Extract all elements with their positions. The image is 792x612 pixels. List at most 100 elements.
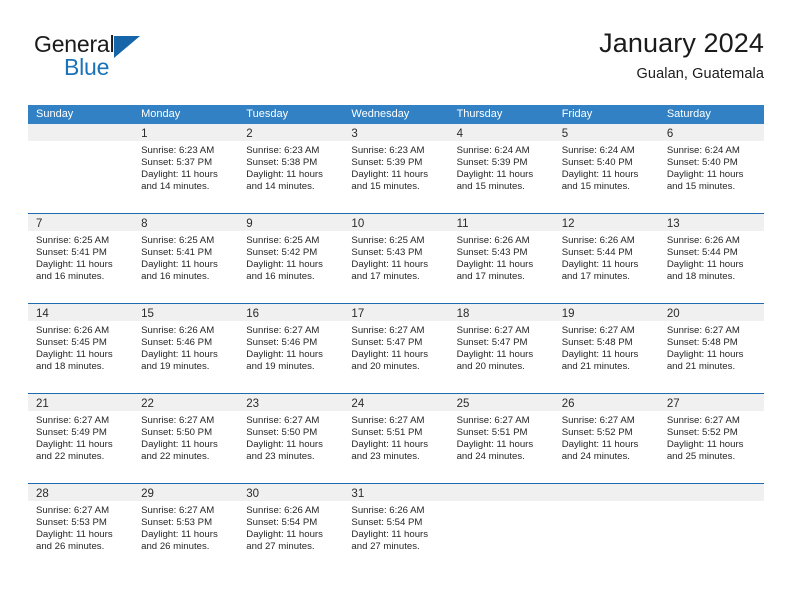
day-detail-line: Sunrise: 6:27 AM (666, 325, 740, 336)
generalblue-logo[interactable]: General Blue (34, 32, 164, 88)
day-detail-line: Daylight: 11 hours (456, 439, 534, 451)
day-detail-line: and 21 minutes. (561, 361, 630, 373)
day-detail-line: and 20 minutes. (351, 361, 420, 373)
day-cell-19[interactable]: 19 Sunrise: 6:27 AM Sunset: 5:48 PM Dayligh… (553, 304, 659, 393)
day-cell-24[interactable]: 24 Sunrise: 6:27 AM Sunset: 5:51 PM Dayligh… (343, 394, 449, 483)
day-cell-5[interactable]: 5 Sunrise: 6:24 AM Sunset: 5:40 PM Daylight… (553, 124, 659, 213)
day-detail-line: Sunset: 5:43 PM (456, 247, 528, 259)
day-detail-line: and 26 minutes. (36, 541, 105, 553)
day-detail-line: Daylight: 11 hours (351, 439, 429, 451)
day-number-band: 29 (133, 484, 239, 501)
day-cell-11[interactable]: 11 Sunrise: 6:26 AM Sunset: 5:43 PM Dayligh… (448, 214, 554, 303)
month-calendar: Sunday Monday Tuesday Wednesday Thursday Frid… (28, 105, 764, 573)
day-number-band: 6 (658, 124, 764, 141)
day-detail-line: Sunrise: 6:27 AM (666, 415, 740, 426)
day-cell-16[interactable]: 16 Sunrise: 6:27 AM Sunset: 5:46 PM Dayligh… (238, 304, 344, 393)
day-detail-line: Daylight: 11 hours (666, 439, 744, 451)
day-number-band: 22 (133, 394, 239, 411)
day-cell-empty (553, 484, 659, 573)
day-cell-27[interactable]: 27 Sunrise: 6:27 AM Sunset: 5:52 PM Dayligh… (658, 394, 764, 483)
day-detail-line: Sunrise: 6:27 AM (36, 415, 110, 426)
day-cell-30[interactable]: 30 Sunrise: 6:26 AM Sunset: 5:54 PM Dayligh… (238, 484, 344, 573)
day-cell-15[interactable]: 15 Sunrise: 6:26 AM Sunset: 5:46 PM Dayligh… (133, 304, 239, 393)
day-cell-22[interactable]: 22 Sunrise: 6:27 AM Sunset: 5:50 PM Dayligh… (133, 394, 239, 483)
weekday-header-wednesday: Wednesday (351, 108, 410, 120)
day-cell-6[interactable]: 6 Sunrise: 6:24 AM Sunset: 5:40 PM Daylight… (658, 124, 764, 213)
day-detail-line: Sunset: 5:50 PM (246, 427, 318, 439)
day-number: 17 (351, 308, 365, 320)
day-cell-29[interactable]: 29 Sunrise: 6:27 AM Sunset: 5:53 PM Dayligh… (133, 484, 239, 573)
day-detail-line: and 26 minutes. (141, 541, 210, 553)
day-cell-31[interactable]: 31 Sunrise: 6:26 AM Sunset: 5:54 PM Dayligh… (343, 484, 449, 573)
day-detail-line: Daylight: 11 hours (246, 439, 323, 451)
day-cell-21[interactable]: 21 Sunrise: 6:27 AM Sunset: 5:49 PM Dayligh… (28, 394, 134, 483)
day-detail-line: Daylight: 11 hours (561, 169, 639, 181)
day-detail-line: Sunrise: 6:25 AM (141, 235, 215, 246)
day-cell-details: Sunrise: 6:26 AM Sunset: 5:46 PM Daylight:… (133, 321, 238, 373)
day-cell-2[interactable]: 2 Sunrise: 6:23 AM Sunset: 5:38 PM Daylight… (238, 124, 344, 213)
day-detail-line: Sunset: 5:48 PM (666, 337, 738, 349)
day-detail-line: Daylight: 11 hours (141, 349, 218, 361)
day-cell-20[interactable]: 20 Sunrise: 6:27 AM Sunset: 5:48 PM Dayligh… (658, 304, 764, 393)
day-detail-line: Sunset: 5:40 PM (561, 157, 633, 169)
day-detail-line: Sunrise: 6:27 AM (246, 415, 320, 426)
day-cell-details (28, 141, 133, 145)
day-detail-line: and 14 minutes. (141, 181, 210, 193)
day-detail-line: Daylight: 11 hours (36, 259, 113, 271)
day-cell-7[interactable]: 7 Sunrise: 6:25 AM Sunset: 5:41 PM Daylight… (28, 214, 134, 303)
day-detail-line: Sunrise: 6:26 AM (351, 505, 425, 516)
day-detail-line: Sunset: 5:43 PM (351, 247, 423, 259)
day-detail-line: Sunset: 5:52 PM (666, 427, 738, 439)
day-detail-line: and 23 minutes. (246, 451, 315, 463)
day-detail-line: Sunset: 5:49 PM (36, 427, 107, 439)
day-cell-details: Sunrise: 6:27 AM Sunset: 5:50 PM Daylight:… (238, 411, 343, 463)
day-cell-14[interactable]: 14 Sunrise: 6:26 AM Sunset: 5:45 PM Dayligh… (28, 304, 134, 393)
day-detail-line: Daylight: 11 hours (246, 349, 323, 361)
day-cell-23[interactable]: 23 Sunrise: 6:27 AM Sunset: 5:50 PM Dayligh… (238, 394, 344, 483)
day-cell-26[interactable]: 26 Sunrise: 6:27 AM Sunset: 5:52 PM Dayligh… (553, 394, 659, 483)
day-number: 29 (141, 488, 154, 500)
day-number-band: 2 (238, 124, 344, 141)
day-detail-line: Daylight: 11 hours (246, 259, 323, 271)
day-number-band: 12 (553, 214, 659, 231)
day-number-band: 15 (133, 304, 239, 321)
day-detail-line: and 19 minutes. (141, 361, 210, 373)
day-detail-line: and 16 minutes. (141, 271, 210, 283)
day-cell-9[interactable]: 9 Sunrise: 6:25 AM Sunset: 5:42 PM Daylight… (238, 214, 344, 303)
day-detail-line: Sunset: 5:38 PM (246, 157, 318, 169)
day-cell-28[interactable]: 28 Sunrise: 6:27 AM Sunset: 5:53 PM Dayligh… (28, 484, 134, 573)
day-cell-details: Sunrise: 6:26 AM Sunset: 5:54 PM Daylight:… (238, 501, 343, 553)
day-detail-line: Sunrise: 6:27 AM (456, 325, 530, 336)
day-detail-line: Sunset: 5:54 PM (246, 517, 318, 529)
day-detail-line: Daylight: 11 hours (141, 439, 218, 451)
day-cell-12[interactable]: 12 Sunrise: 6:26 AM Sunset: 5:44 PM Dayligh… (553, 214, 659, 303)
day-cell-10[interactable]: 10 Sunrise: 6:25 AM Sunset: 5:43 PM Dayligh… (343, 214, 449, 303)
day-cell-25[interactable]: 25 Sunrise: 6:27 AM Sunset: 5:51 PM Dayligh… (448, 394, 554, 483)
day-number-band: 19 (553, 304, 659, 321)
day-detail-line: Sunset: 5:48 PM (561, 337, 633, 349)
day-cell-1[interactable]: 1 Sunrise: 6:23 AM Sunset: 5:37 PM Daylight… (133, 124, 239, 213)
day-cell-4[interactable]: 4 Sunrise: 6:24 AM Sunset: 5:39 PM Daylight… (448, 124, 554, 213)
day-cell-details: Sunrise: 6:25 AM Sunset: 5:42 PM Daylight:… (238, 231, 343, 283)
day-detail-line: Sunset: 5:41 PM (141, 247, 213, 259)
day-number: 4 (456, 128, 463, 140)
calendar-week-row: 28 Sunrise: 6:27 AM Sunset: 5:53 PM Dayligh… (28, 483, 764, 573)
calendar-weeks: 1 Sunrise: 6:23 AM Sunset: 5:37 PM Daylight… (28, 124, 764, 573)
day-cell-13[interactable]: 13 Sunrise: 6:26 AM Sunset: 5:44 PM Dayligh… (658, 214, 764, 303)
day-cell-18[interactable]: 18 Sunrise: 6:27 AM Sunset: 5:47 PM Dayligh… (448, 304, 554, 393)
day-detail-line: Daylight: 11 hours (561, 439, 639, 451)
day-cell-3[interactable]: 3 Sunrise: 6:23 AM Sunset: 5:39 PM Daylight… (343, 124, 449, 213)
day-number-band: 4 (448, 124, 554, 141)
day-detail-line: Sunrise: 6:27 AM (141, 505, 215, 516)
day-number-band: 20 (658, 304, 764, 321)
day-number: 14 (36, 308, 49, 320)
day-cell-8[interactable]: 8 Sunrise: 6:25 AM Sunset: 5:41 PM Daylight… (133, 214, 239, 303)
day-cell-17[interactable]: 17 Sunrise: 6:27 AM Sunset: 5:47 PM Dayligh… (343, 304, 449, 393)
day-detail-line: and 18 minutes. (666, 271, 736, 283)
day-number-band: 24 (343, 394, 449, 411)
day-detail-line: Sunset: 5:40 PM (666, 157, 738, 169)
day-detail-line: Sunrise: 6:27 AM (351, 415, 425, 426)
day-number: 28 (36, 488, 49, 500)
day-detail-line: and 21 minutes. (666, 361, 736, 373)
day-number: 16 (246, 308, 260, 320)
